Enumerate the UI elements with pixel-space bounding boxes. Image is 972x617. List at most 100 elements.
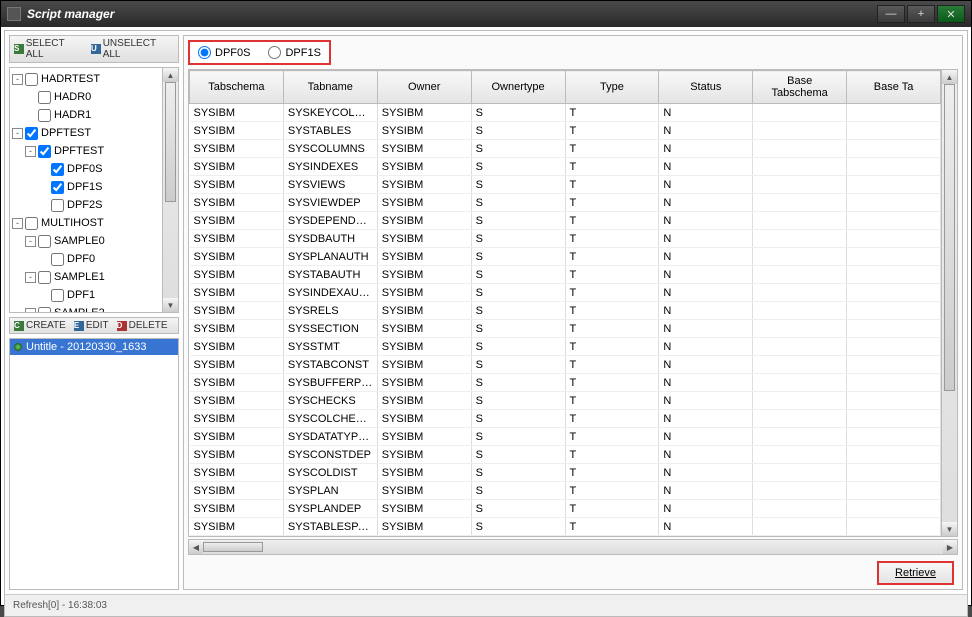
node-checkbox[interactable]: [51, 199, 64, 212]
delete-button[interactable]: DDELETE: [117, 320, 168, 331]
tree-node[interactable]: -HADRTEST: [12, 70, 160, 88]
expand-icon[interactable]: -: [25, 236, 36, 247]
table-row[interactable]: SYSIBMSYSCHECKSSYSIBMSTN: [190, 392, 941, 410]
table-row[interactable]: SYSIBMSYSBUFFERPOOLSSYSIBMSTN: [190, 374, 941, 392]
tree-node[interactable]: -SAMPLE1: [12, 268, 160, 286]
script-item[interactable]: Untitle - 20120330_1633: [10, 339, 178, 355]
node-checkbox[interactable]: [38, 307, 51, 313]
table-row[interactable]: SYSIBMSYSCONSTDEPSYSIBMSTN: [190, 446, 941, 464]
scroll-right-icon[interactable]: ▶: [943, 540, 957, 554]
radio-input[interactable]: [268, 46, 281, 59]
node-checkbox[interactable]: [38, 145, 51, 158]
tree-node[interactable]: -DPFTEST: [12, 142, 160, 160]
tree-node[interactable]: -MULTIHOST: [12, 214, 160, 232]
minimize-button[interactable]: —: [877, 5, 905, 23]
tree[interactable]: -HADRTESTHADR0HADR1-DPFTEST-DPFTESTDPF0S…: [10, 68, 162, 312]
column-header[interactable]: Base Tabschema: [753, 71, 847, 104]
data-grid[interactable]: TabschemaTabnameOwnerOwnertypeTypeStatus…: [189, 70, 941, 536]
unselect-all-button[interactable]: UUNSELECT ALL: [91, 38, 174, 60]
table-cell: SYSIBM: [190, 428, 284, 446]
node-checkbox[interactable]: [38, 109, 51, 122]
table-row[interactable]: SYSIBMSYSVIEWDEPSYSIBMSTN: [190, 194, 941, 212]
scroll-left-icon[interactable]: ◀: [189, 540, 203, 554]
scroll-up-icon[interactable]: ▲: [942, 70, 957, 84]
expand-icon[interactable]: -: [12, 128, 23, 139]
close-button[interactable]: ✕: [937, 5, 965, 23]
scroll-thumb[interactable]: [203, 542, 263, 552]
column-header[interactable]: Base Ta: [847, 71, 941, 104]
column-header[interactable]: Ownertype: [471, 71, 565, 104]
tree-node[interactable]: HADR0: [12, 88, 160, 106]
table-row[interactable]: SYSIBMSYSPLANAUTHSYSIBMSTN: [190, 248, 941, 266]
expand-icon[interactable]: -: [12, 74, 23, 85]
table-row[interactable]: SYSIBMSYSCOLDISTSYSIBMSTN: [190, 464, 941, 482]
tree-node[interactable]: DPF0: [12, 250, 160, 268]
node-checkbox[interactable]: [51, 253, 64, 266]
table-row[interactable]: SYSIBMSYSTABCONSTSYSIBMSTN: [190, 356, 941, 374]
node-checkbox[interactable]: [38, 91, 51, 104]
table-row[interactable]: SYSIBMSYSDATATYPESSYSIBMSTN: [190, 428, 941, 446]
tree-scrollbar[interactable]: ▲ ▼: [162, 68, 178, 312]
retrieve-button[interactable]: Retrieve: [877, 561, 954, 585]
scroll-down-icon[interactable]: ▼: [942, 522, 957, 536]
tree-node[interactable]: DPF1: [12, 286, 160, 304]
table-cell: [753, 158, 847, 176]
create-button[interactable]: CCREATE: [14, 320, 66, 331]
expand-icon[interactable]: -: [25, 308, 36, 313]
radio-input[interactable]: [198, 46, 211, 59]
table-row[interactable]: SYSIBMSYSINDEXESSYSIBMSTN: [190, 158, 941, 176]
maximize-button[interactable]: +: [907, 5, 935, 23]
server-radio[interactable]: DPF0S: [198, 46, 250, 59]
table-row[interactable]: SYSIBMSYSSTMTSYSIBMSTN: [190, 338, 941, 356]
table-vscroll[interactable]: ▲ ▼: [941, 70, 957, 536]
table-row[interactable]: SYSIBMSYSDEPENDENCIESSYSIBMSTN: [190, 212, 941, 230]
script-list[interactable]: Untitle - 20120330_1633: [9, 338, 179, 590]
tree-node[interactable]: -SAMPLE0: [12, 232, 160, 250]
column-header[interactable]: Tabschema: [190, 71, 284, 104]
scroll-up-icon[interactable]: ▲: [163, 68, 178, 82]
scroll-down-icon[interactable]: ▼: [163, 298, 178, 312]
tree-node[interactable]: -DPFTEST: [12, 124, 160, 142]
column-header[interactable]: Owner: [377, 71, 471, 104]
node-checkbox[interactable]: [25, 217, 38, 230]
column-header[interactable]: Type: [565, 71, 659, 104]
column-header[interactable]: Tabname: [283, 71, 377, 104]
table-row[interactable]: SYSIBMSYSVIEWSSYSIBMSTN: [190, 176, 941, 194]
tree-node[interactable]: DPF2S: [12, 196, 160, 214]
expand-icon[interactable]: -: [12, 218, 23, 229]
table-row[interactable]: SYSIBMSYSPLANDEPSYSIBMSTN: [190, 500, 941, 518]
node-checkbox[interactable]: [38, 271, 51, 284]
node-checkbox[interactable]: [51, 163, 64, 176]
expand-icon[interactable]: -: [25, 146, 36, 157]
table-row[interactable]: SYSIBMSYSINDEXAUTHSYSIBMSTN: [190, 284, 941, 302]
scroll-thumb[interactable]: [944, 84, 955, 391]
server-radio[interactable]: DPF1S: [268, 46, 320, 59]
titlebar[interactable]: Script manager — + ✕: [1, 1, 971, 27]
column-header[interactable]: Status: [659, 71, 753, 104]
tree-node[interactable]: -SAMPLE2: [12, 304, 160, 312]
expand-icon[interactable]: -: [25, 272, 36, 283]
table-hscroll[interactable]: ◀ ▶: [188, 539, 958, 555]
table-row[interactable]: SYSIBMSYSCOLCHECKSSYSIBMSTN: [190, 410, 941, 428]
tree-node[interactable]: HADR1: [12, 106, 160, 124]
edit-button[interactable]: EEDIT: [74, 320, 109, 331]
table-row[interactable]: SYSIBMSYSKEYCOLUSESYSIBMSTN: [190, 104, 941, 122]
table-row[interactable]: SYSIBMSYSRELSSYSIBMSTN: [190, 302, 941, 320]
table-row[interactable]: SYSIBMSYSTABLESSYSIBMSTN: [190, 122, 941, 140]
table-row[interactable]: SYSIBMSYSTABLESPACESSYSIBMSTN: [190, 518, 941, 536]
tree-node[interactable]: DPF0S: [12, 160, 160, 178]
select-all-button[interactable]: SSELECT ALL: [14, 38, 83, 60]
node-checkbox[interactable]: [51, 289, 64, 302]
node-checkbox[interactable]: [25, 127, 38, 140]
table-row[interactable]: SYSIBMSYSSECTIONSYSIBMSTN: [190, 320, 941, 338]
table-row[interactable]: SYSIBMSYSCOLUMNSSYSIBMSTN: [190, 140, 941, 158]
table-cell: S: [471, 410, 565, 428]
node-checkbox[interactable]: [25, 73, 38, 86]
scroll-thumb[interactable]: [165, 82, 176, 202]
tree-node[interactable]: DPF1S: [12, 178, 160, 196]
node-checkbox[interactable]: [38, 235, 51, 248]
table-row[interactable]: SYSIBMSYSDBAUTHSYSIBMSTN: [190, 230, 941, 248]
node-checkbox[interactable]: [51, 181, 64, 194]
table-row[interactable]: SYSIBMSYSTABAUTHSYSIBMSTN: [190, 266, 941, 284]
table-row[interactable]: SYSIBMSYSPLANSYSIBMSTN: [190, 482, 941, 500]
